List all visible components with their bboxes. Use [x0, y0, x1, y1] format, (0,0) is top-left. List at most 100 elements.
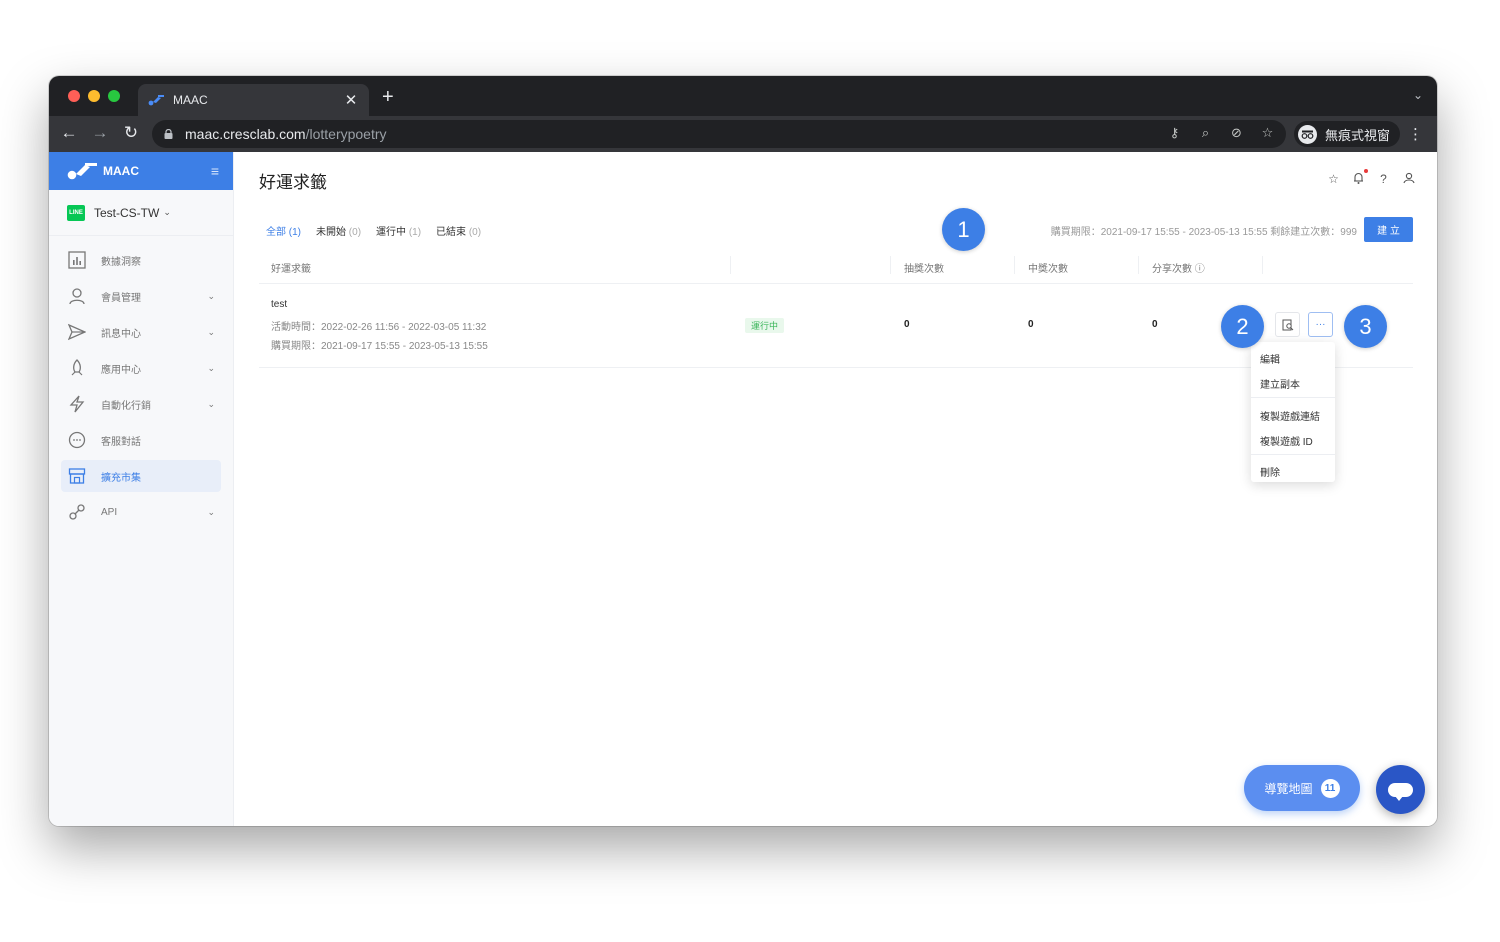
browser-window: MAAC ✕ + ⌄ ← → ↻ maac.cresclab.com /lott… — [49, 76, 1437, 826]
api-icon — [67, 502, 87, 522]
page-title: 好運求籤 — [259, 173, 327, 192]
send-icon — [67, 322, 87, 342]
chat-support-button[interactable] — [1376, 765, 1425, 814]
sidebar-item-label: 會員管理 — [101, 292, 141, 304]
menu-item-copy-link[interactable]: 複製遊戲連結 — [1260, 408, 1320, 423]
chrome-menu-icon[interactable]: ⋮ — [1408, 125, 1423, 143]
tab-count: (1) — [288, 227, 302, 238]
menu-item-copy-id[interactable]: 複製遊戲 ID — [1260, 433, 1313, 448]
quota-info: 購買期限：2021-09-17 15:55 - 2023-05-13 15:55… — [1050, 227, 1357, 238]
tab-ended[interactable]: 已結束 (0) — [436, 223, 481, 238]
notification-dot — [1364, 169, 1368, 173]
sidebar-item-insights[interactable]: 數據洞察 — [61, 244, 221, 276]
eye-off-icon[interactable]: ⊘ — [1228, 125, 1245, 141]
main-content: 好運求籤 ☆ ? 全部 (1) 未開始 (0) 運行中 (1) 已結束 (0) … — [234, 152, 1437, 826]
sidebar-item-members[interactable]: 會員管理 ⌄ — [61, 280, 221, 312]
tab-close-icon[interactable]: ✕ — [343, 91, 359, 109]
incognito-icon — [1298, 124, 1317, 144]
account-icon[interactable] — [1402, 172, 1415, 187]
more-actions-button[interactable]: ··· — [1308, 312, 1333, 337]
hamburger-icon[interactable]: ≡ — [211, 163, 219, 179]
close-window-button[interactable] — [68, 90, 80, 102]
chevron-down-icon: ⌄ — [207, 326, 215, 337]
menu-item-delete[interactable]: 刪除 — [1260, 464, 1280, 479]
column-header-shares: 分享次數 ⓘ — [1152, 264, 1205, 275]
zoom-icon[interactable]: ⌕ — [1197, 125, 1214, 141]
menu-item-duplicate[interactable]: 建立副本 — [1260, 376, 1300, 391]
tab-all[interactable]: 全部 (1) — [266, 223, 301, 238]
incognito-badge[interactable]: 無痕式視窗 — [1294, 121, 1401, 147]
channel-name: Test-CS-TW — [94, 205, 160, 220]
address-bar[interactable]: maac.cresclab.com /lotterypoetry ⚷ ⌕ ⊘ ☆ — [152, 120, 1286, 148]
tab-search-icon[interactable]: ⌄ — [1413, 88, 1423, 102]
lottery-name: test — [271, 299, 288, 310]
favorite-star-icon[interactable]: ☆ — [1327, 172, 1340, 187]
draw-count: 0 — [904, 319, 910, 330]
chevron-down-icon: ⌄ — [163, 207, 171, 217]
win-count: 0 — [1028, 319, 1034, 330]
create-button[interactable]: 建 立 — [1364, 217, 1413, 242]
sidebar-item-chat[interactable]: 客服對話 — [61, 424, 221, 456]
tab-label: 全部 — [266, 227, 286, 238]
column-header-name: 好運求籤 — [271, 264, 311, 275]
chevron-down-icon: ⌄ — [207, 362, 215, 373]
sidebar-nav: 數據洞察 會員管理 ⌄ 訊息中心 ⌄ 應用中心 ⌄ 自動化行銷 ⌄ 客服對話 擴… — [49, 236, 233, 528]
column-divider — [730, 256, 731, 274]
url-path: /lotterypoetry — [305, 126, 387, 142]
channel-selector[interactable]: LINE Test-CS-TW ⌄ — [49, 190, 233, 236]
key-icon[interactable]: ⚷ — [1166, 125, 1183, 141]
help-icon[interactable]: ? — [1377, 172, 1390, 187]
maximize-window-button[interactable] — [108, 90, 120, 102]
sidebar-item-label: 客服對話 — [101, 436, 141, 448]
column-header-wins: 中獎次數 — [1028, 264, 1068, 275]
sidebar-item-label: API — [101, 506, 118, 518]
table-header: 好運求籤 抽獎次數 中獎次數 分享次數 ⓘ — [259, 248, 1413, 284]
tab-not-started[interactable]: 未開始 (0) — [316, 223, 361, 238]
sidebar-item-label: 擴充市集 — [101, 472, 141, 484]
menu-item-edit[interactable]: 編輯 — [1260, 351, 1280, 366]
tab-label: 未開始 — [316, 227, 347, 238]
minimize-window-button[interactable] — [88, 90, 100, 102]
tab-running[interactable]: 運行中 (1) — [376, 223, 421, 238]
callout-3: 3 — [1344, 305, 1387, 348]
line-icon: LINE — [67, 204, 85, 221]
tab-count: (0) — [348, 227, 362, 238]
maac-logo-icon — [67, 163, 97, 180]
tour-count-badge: 11 — [1320, 778, 1340, 798]
purchase-period: 購買期限：2021-09-17 15:55 - 2023-05-13 15:55 — [271, 341, 488, 352]
share-count: 0 — [1152, 319, 1158, 330]
chevron-down-icon: ⌄ — [207, 398, 215, 409]
chart-icon — [67, 250, 87, 270]
menu-divider — [1251, 397, 1335, 398]
chevron-down-icon: ⌄ — [207, 290, 215, 301]
chat-icon — [67, 430, 87, 450]
star-icon[interactable]: ☆ — [1259, 125, 1276, 141]
rocket-icon — [67, 358, 87, 378]
browser-tab[interactable]: MAAC ✕ — [138, 84, 369, 116]
chat-bubble-icon — [1388, 782, 1413, 801]
new-tab-button[interactable]: + — [382, 86, 394, 109]
tour-map-button[interactable]: 導覽地圖 11 — [1244, 765, 1360, 811]
maac-app: MAAC ≡ LINE Test-CS-TW ⌄ 數據洞察 會員管理 ⌄ 訊息中… — [49, 152, 1437, 826]
store-icon — [67, 466, 87, 486]
sidebar-item-apps[interactable]: 應用中心 ⌄ — [61, 352, 221, 384]
sidebar-item-marketplace[interactable]: 擴充市集 — [61, 460, 221, 492]
brand-name: MAAC — [103, 164, 139, 178]
sidebar-item-label: 應用中心 — [101, 364, 141, 376]
status-filter-tabs: 全部 (1) 未開始 (0) 運行中 (1) 已結束 (0) — [266, 223, 481, 238]
sidebar-item-label: 自動化行銷 — [101, 400, 151, 412]
sidebar-item-automation[interactable]: 自動化行銷 ⌄ — [61, 388, 221, 420]
tab-count: (0) — [468, 227, 482, 238]
column-header-draws: 抽獎次數 — [904, 264, 944, 275]
sidebar-item-api[interactable]: API ⌄ — [61, 496, 221, 528]
reload-icon[interactable]: ↻ — [121, 123, 141, 143]
sidebar-item-messages[interactable]: 訊息中心 ⌄ — [61, 316, 221, 348]
back-icon[interactable]: ← — [59, 123, 79, 143]
sidebar-item-label: 數據洞察 — [101, 256, 141, 268]
forward-icon[interactable]: → — [90, 123, 110, 143]
preview-button[interactable] — [1275, 312, 1300, 337]
column-divider — [1014, 256, 1015, 274]
sidebar-item-label: 訊息中心 — [101, 328, 141, 340]
preview-icon — [1282, 319, 1293, 330]
bell-icon[interactable] — [1352, 169, 1368, 187]
